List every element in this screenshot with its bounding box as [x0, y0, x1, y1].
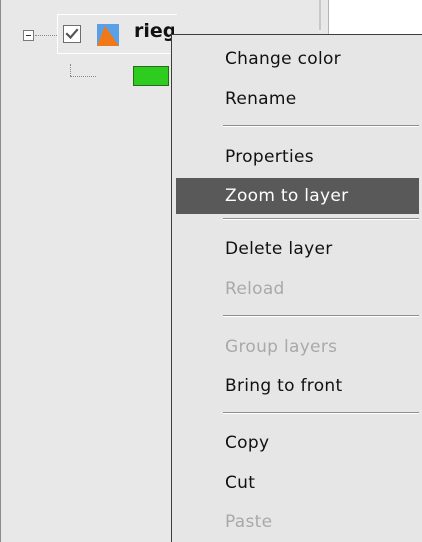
menu-item-properties[interactable]: Properties — [176, 139, 419, 175]
menu-item-paste: Paste — [225, 512, 273, 532]
legend-color-swatch — [133, 66, 169, 86]
gis-layer-panel-screen: rieg Change color Rename Properties Zoom to… — [0, 0, 422, 542]
menu-separator — [223, 315, 419, 317]
menu-item-bring-to-front[interactable]: Bring to front — [176, 368, 419, 404]
checkmark-icon — [65, 28, 79, 40]
layer-context-menu: Change color Rename Properties Zoom to laye… — [171, 34, 422, 542]
menu-separator — [223, 125, 419, 127]
menu-separator — [223, 218, 419, 220]
layer-visibility-checkbox[interactable] — [63, 25, 81, 43]
menu-item-rename[interactable]: Rename — [176, 81, 419, 117]
tree-connector-vertical — [70, 64, 71, 76]
tree-connector-legend — [70, 76, 96, 77]
collapse-icon[interactable] — [23, 30, 34, 41]
menu-separator — [223, 412, 419, 414]
menu-item-reload: Reload — [225, 279, 285, 299]
layer-name-label[interactable]: rieg — [134, 19, 174, 43]
menu-item-copy[interactable]: Copy — [176, 425, 419, 461]
menu-item-delete-layer[interactable]: Delete layer — [176, 231, 419, 267]
tree-connector — [35, 35, 57, 36]
menu-item-change-color[interactable]: Change color — [176, 41, 419, 77]
menu-item-cut[interactable]: Cut — [176, 465, 419, 501]
menu-item-zoom-to-layer[interactable]: Zoom to layer — [176, 178, 419, 214]
menu-item-group-layers: Group layers — [225, 337, 338, 357]
vector-layer-icon — [97, 24, 119, 46]
panel-edge — [319, 0, 321, 30]
